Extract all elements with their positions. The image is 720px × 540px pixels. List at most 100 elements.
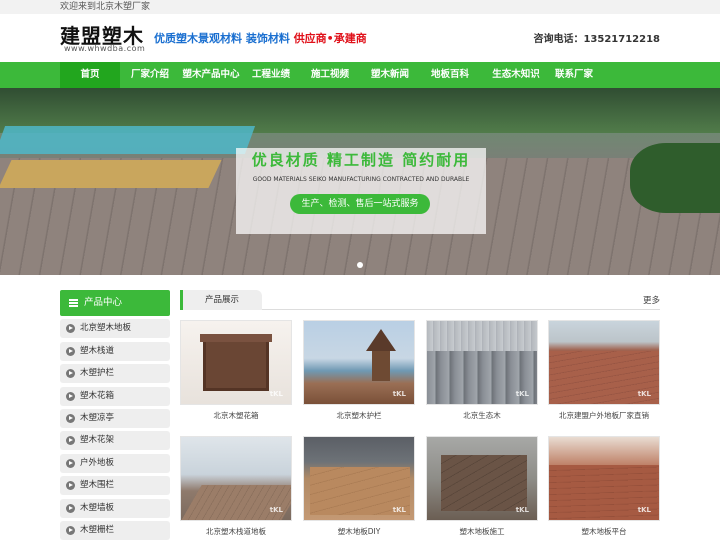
menu-icon xyxy=(69,299,78,307)
product-caption[interactable]: 北京塑木护栏 xyxy=(303,410,415,421)
planter-shape xyxy=(200,334,272,391)
arrow-circle-icon xyxy=(66,481,75,491)
header-slogan: 优质塑木景观材料 装饰材料 供应商•承建商 xyxy=(154,30,367,46)
hero-banner[interactable]: 优良材质 精工制造 简约耐用 GOOD MATERIALS SEIKO MANU… xyxy=(0,88,720,275)
sidebar-item-planter[interactable]: 塑木花箱 xyxy=(60,386,170,406)
banner-subtext: GOOD MATERIALS SEIKO MANUFACTURING CONTR… xyxy=(252,176,470,183)
nav-contact[interactable]: 联系厂家 xyxy=(548,62,600,88)
banner-headline: 优良材质 精工制造 简约耐用 xyxy=(251,151,471,169)
watermark-logo: tKL xyxy=(269,390,283,398)
product-caption[interactable]: 塑木地板平台 xyxy=(548,526,660,537)
nav-products[interactable]: 塑木产品中心 xyxy=(178,62,244,88)
sidebar-item-boardwalk[interactable]: 塑木栈道 xyxy=(60,341,170,361)
site-url: www.whwdba.com xyxy=(64,44,146,53)
product-caption[interactable]: 塑木地板DIY xyxy=(303,526,415,537)
sidebar-item-label: 塑木花箱 xyxy=(80,390,115,401)
product-sidebar: 产品中心 北京塑木地板 塑木栈道 木塑护栏 塑木花箱 木塑凉亭 塑木花架 户外地… xyxy=(60,290,170,540)
nav-company[interactable]: 厂家介绍 xyxy=(124,62,176,88)
more-link[interactable]: 更多 xyxy=(643,294,660,306)
sidebar-item-pergola[interactable]: 塑木花架 xyxy=(60,431,170,451)
carousel-dot[interactable] xyxy=(357,262,363,268)
product-card[interactable]: tKL 塑木地板平台 xyxy=(548,436,660,537)
arrow-circle-icon xyxy=(66,413,75,423)
arrow-circle-icon xyxy=(66,503,75,513)
product-card[interactable]: tKL 北京生态木 xyxy=(426,320,538,421)
sidebar-item-railing[interactable]: 木塑护栏 xyxy=(60,364,170,384)
watermark-logo: tKL xyxy=(269,506,283,514)
sidebar-item-label: 木塑墙板 xyxy=(80,502,115,513)
product-caption[interactable]: 塑木地板施工 xyxy=(426,526,538,537)
product-card[interactable]: tKL 北京建盟户外地板厂家直销 xyxy=(548,320,660,421)
product-image-profiles[interactable]: tKL xyxy=(426,320,538,405)
sidebar-item-label: 木塑护栏 xyxy=(80,368,115,379)
pavilion-roof-shape xyxy=(366,329,396,351)
top-welcome-bar: 欢迎来到北京木塑厂家 xyxy=(0,0,720,14)
contact-phone: 咨询电话：13521712218 xyxy=(533,34,660,45)
arrow-circle-icon xyxy=(66,391,75,401)
sidebar-item-fence[interactable]: 塑木围栏 xyxy=(60,476,170,496)
product-card[interactable]: tKL 北京木塑花箱 xyxy=(180,320,292,421)
product-image-diy[interactable]: tKL xyxy=(303,436,415,521)
welcome-text: 欢迎来到北京木塑厂家 xyxy=(60,2,151,12)
arrow-circle-icon xyxy=(66,436,75,446)
arrow-circle-icon xyxy=(66,346,75,356)
product-caption[interactable]: 北京塑木栈道地板 xyxy=(180,526,292,537)
product-image-installation[interactable]: tKL xyxy=(426,436,538,521)
sidebar-item-label: 塑木花架 xyxy=(80,435,115,446)
sidebar-item-wallboard[interactable]: 木塑墙板 xyxy=(60,498,170,518)
banner-pool xyxy=(0,126,256,154)
sidebar-item-pavilion[interactable]: 木塑凉亭 xyxy=(60,408,170,428)
product-image-outdoor-deck[interactable]: tKL xyxy=(548,320,660,405)
product-image-platform[interactable]: tKL xyxy=(548,436,660,521)
sidebar-item-label: 塑木栈道 xyxy=(80,345,115,356)
banner-text-panel: 优良材质 精工制造 简约耐用 GOOD MATERIALS SEIKO MANU… xyxy=(236,148,486,234)
sidebar-item-label: 木塑栅栏 xyxy=(80,524,115,535)
watermark-logo: tKL xyxy=(637,390,651,398)
arrow-circle-icon xyxy=(66,324,75,334)
sidebar-item-floor[interactable]: 北京塑木地板 xyxy=(60,319,170,339)
nav-encyclopedia[interactable]: 地板百科 xyxy=(424,62,476,88)
product-caption[interactable]: 北京建盟户外地板厂家直销 xyxy=(548,410,660,421)
nav-news[interactable]: 塑木新闻 xyxy=(364,62,416,88)
watermark-logo: tKL xyxy=(515,506,529,514)
product-image-boardwalk[interactable]: tKL xyxy=(180,436,292,521)
sidebar-item-palisade[interactable]: 木塑栅栏 xyxy=(60,520,170,540)
nav-videos[interactable]: 施工视频 xyxy=(304,62,356,88)
slogan-highlight: 供应商•承建商 xyxy=(293,32,367,45)
nav-knowledge[interactable]: 生态木知识 xyxy=(484,62,548,88)
pavilion-post-shape xyxy=(372,351,390,381)
arrow-circle-icon xyxy=(66,525,75,535)
nav-projects[interactable]: 工程业绩 xyxy=(246,62,296,88)
product-card[interactable]: tKL 北京塑木栈道地板 xyxy=(180,436,292,537)
nav-home[interactable]: 首页 xyxy=(60,62,120,88)
watermark-logo: tKL xyxy=(515,390,529,398)
product-card[interactable]: tKL 塑木地板DIY xyxy=(303,436,415,537)
products-header: 产品展示 更多 xyxy=(180,290,660,310)
product-caption[interactable]: 北京生态木 xyxy=(426,410,538,421)
banner-planter-bed xyxy=(0,160,222,188)
sidebar-title: 产品中心 xyxy=(60,290,170,316)
arrow-circle-icon xyxy=(66,369,75,379)
product-image-railing[interactable]: tKL xyxy=(303,320,415,405)
product-card[interactable]: tKL 塑木地板施工 xyxy=(426,436,538,537)
sidebar-item-label: 塑木围栏 xyxy=(80,480,115,491)
banner-service-button[interactable]: 生产、检测、售后一站式服务 xyxy=(290,194,430,214)
sidebar-item-label: 木塑凉亭 xyxy=(80,412,115,423)
sidebar-item-label: 北京塑木地板 xyxy=(80,323,132,334)
product-image-planter[interactable]: tKL xyxy=(180,320,292,405)
main-nav: 首页 厂家介绍 塑木产品中心 工程业绩 施工视频 塑木新闻 地板百科 生态木知识… xyxy=(0,62,720,88)
profile-stack-shape xyxy=(427,321,537,351)
watermark-logo: tKL xyxy=(392,506,406,514)
banner-bush xyxy=(630,143,720,213)
watermark-logo: tKL xyxy=(392,390,406,398)
products-tab[interactable]: 产品展示 xyxy=(180,290,262,310)
sidebar-item-outdoor-floor[interactable]: 户外地板 xyxy=(60,453,170,473)
install-board-shape xyxy=(441,455,527,511)
sidebar-title-text: 产品中心 xyxy=(84,297,123,308)
site-header: 建盟塑木 www.whwdba.com 优质塑木景观材料 装饰材料 供应商•承建… xyxy=(0,14,720,62)
watermark-logo: tKL xyxy=(637,506,651,514)
slogan-main: 优质塑木景观材料 装饰材料 xyxy=(154,32,290,45)
arrow-circle-icon xyxy=(66,458,75,468)
product-card[interactable]: tKL 北京塑木护栏 xyxy=(303,320,415,421)
product-caption[interactable]: 北京木塑花箱 xyxy=(180,410,292,421)
